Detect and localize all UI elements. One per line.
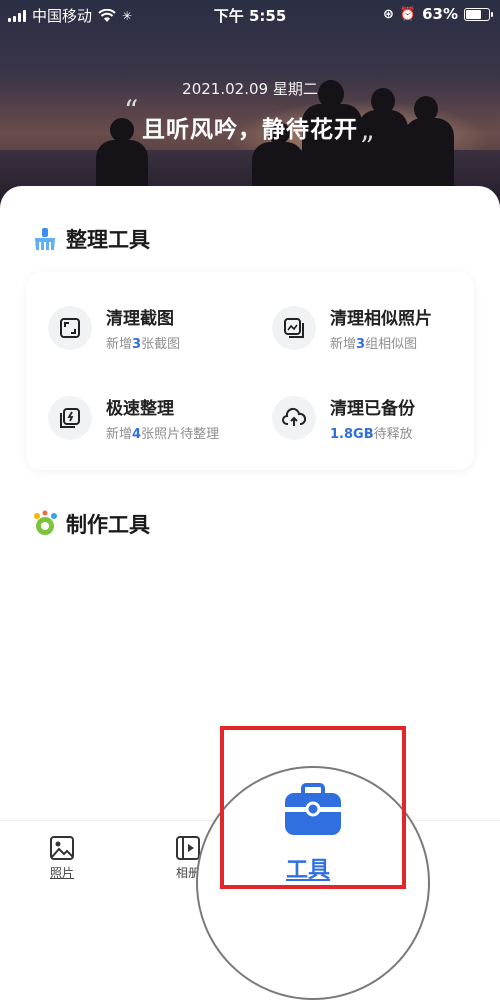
similar-photos-icon	[272, 306, 316, 350]
tool-name: 极速整理	[106, 399, 174, 419]
tab-photos-label: 照片	[49, 866, 74, 880]
tool-name: 清理截图	[106, 309, 174, 329]
organize-tools-card: 清理截图 新增3张截图 清理相似照片 新增3组相似图 极速整理 新增4张照片待整…	[26, 272, 474, 470]
organize-tools-title: 整理工具	[66, 228, 150, 252]
tool-clean-backed-up[interactable]: 清理已备份 1.8GB待释放	[272, 394, 415, 442]
photo-icon	[50, 836, 74, 860]
tool-name: 清理已备份	[330, 399, 415, 419]
tool-desc: 新增4张照片待整理	[106, 427, 220, 442]
tab-photos[interactable]: 照片	[44, 835, 80, 881]
screenshot-icon	[48, 306, 92, 350]
battery-percent: 63%	[422, 5, 458, 23]
tool-desc: 1.8GB待释放	[330, 427, 413, 442]
tool-desc: 新增3组相似图	[330, 337, 418, 352]
quick-organize-icon	[48, 396, 92, 440]
tool-clean-screenshots[interactable]: 清理截图 新增3张截图	[48, 304, 180, 352]
cloud-upload-icon	[272, 396, 316, 440]
tool-name: 清理相似照片	[330, 309, 432, 329]
quote-close-mark: ”	[360, 130, 375, 163]
hero-quote: 且听风吟，静待花开	[142, 117, 358, 143]
status-bar: 中国移动 ✳ 下午 5:55 ⊛ ⏰ 63%	[0, 0, 500, 28]
tool-clean-similar-photos[interactable]: 清理相似照片 新增3组相似图	[272, 304, 432, 352]
battery-icon	[464, 7, 493, 21]
hero-banner	[0, 0, 500, 215]
tool-desc: 新增3张截图	[106, 337, 181, 352]
album-icon	[176, 836, 200, 860]
highlight-box	[220, 726, 406, 889]
orientation-lock-icon: ⊛	[383, 6, 394, 22]
make-tools-title: 制作工具	[66, 513, 150, 537]
hero-date: 2021.02.09 星期二	[182, 80, 318, 98]
alarm-icon: ⏰	[399, 6, 417, 22]
organize-tools-header: 整理工具	[32, 224, 150, 254]
paint-palette-icon	[34, 510, 57, 535]
make-tools-header: 制作工具	[32, 509, 150, 539]
broom-icon	[35, 228, 55, 250]
tool-quick-organize[interactable]: 极速整理 新增4张照片待整理	[48, 394, 219, 442]
